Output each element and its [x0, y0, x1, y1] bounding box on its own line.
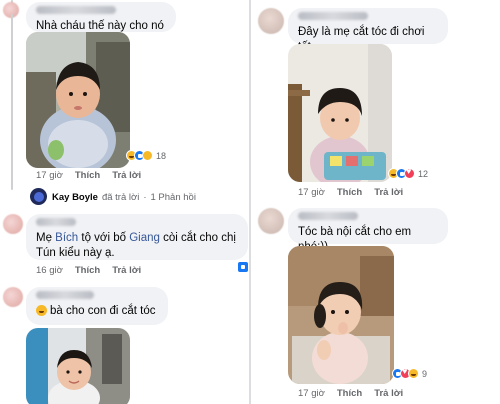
- comment-meta: 16 giờ Thích Trả lời: [36, 265, 141, 276]
- reply-count[interactable]: 1 Phản hồi: [151, 192, 196, 203]
- column-divider: [249, 0, 251, 404]
- comment-meta: 17 giờ Thích Trả lời: [36, 170, 141, 181]
- mention-link[interactable]: Bích: [55, 232, 78, 244]
- author-name[interactable]: [36, 218, 76, 226]
- comment-photo[interactable]: [26, 328, 130, 404]
- reply-button[interactable]: Trả lời: [374, 388, 403, 399]
- reply-author[interactable]: Kay Boyle: [52, 192, 98, 203]
- comment-bubble: Mẹ Bích tộ với bố Giang còi cắt cho chị …: [26, 214, 248, 260]
- reaction-count: 18: [156, 150, 167, 161]
- reply-button[interactable]: Trả lời: [374, 187, 403, 198]
- reaction-count: 9: [422, 368, 428, 379]
- timestamp: 16 giờ: [36, 265, 63, 276]
- separator: ·: [143, 192, 147, 203]
- author-name[interactable]: [36, 291, 94, 299]
- love-react-icon: [404, 166, 415, 179]
- reaction-summary[interactable]: 9: [392, 366, 428, 379]
- like-react-icon[interactable]: [238, 262, 248, 272]
- haha-react-icon: [408, 368, 419, 379]
- timestamp: 17 giờ: [298, 187, 325, 198]
- laughing-emoji-icon: [36, 305, 47, 316]
- timestamp: 17 giờ: [36, 170, 63, 181]
- reaction-count: 12: [418, 168, 429, 179]
- comment-photo[interactable]: [288, 246, 394, 384]
- comment-photo[interactable]: [26, 32, 130, 168]
- comment-photo[interactable]: [288, 44, 392, 182]
- comment-bubble: bà cho con đi cắt tóc: [26, 287, 168, 325]
- reply-action: đã trả lời: [101, 192, 140, 203]
- care-react-icon: [142, 150, 153, 161]
- mention-link[interactable]: Giang: [129, 232, 160, 244]
- comment-bubble: Tóc bà nội cắt cho em nhé:)): [288, 208, 448, 253]
- timestamp: 17 giờ: [298, 388, 325, 399]
- author-name[interactable]: [298, 12, 368, 20]
- comment-bubble: Nhà cháu thế này cho nó mát: [26, 2, 176, 47]
- author-name[interactable]: [298, 212, 358, 220]
- comment-meta: 17 giờ Thích Trả lời: [298, 388, 403, 399]
- comment-text: bà cho con đi cắt tóc: [50, 305, 156, 317]
- avatar[interactable]: [258, 208, 284, 234]
- avatar[interactable]: [3, 287, 23, 307]
- avatar[interactable]: [258, 8, 284, 34]
- like-button[interactable]: Thích: [75, 265, 100, 276]
- reply-button[interactable]: Trả lời: [112, 170, 141, 181]
- author-name[interactable]: [36, 6, 116, 14]
- thread-line: [11, 14, 13, 190]
- like-button[interactable]: Thích: [337, 187, 362, 198]
- reaction-summary[interactable]: 18: [126, 150, 166, 161]
- avatar[interactable]: [3, 214, 23, 234]
- replies-link[interactable]: Kay Boyle đã trả lời · 1 Phản hồi: [52, 192, 196, 203]
- comment-meta: 17 giờ Thích Trả lời: [298, 187, 403, 198]
- comment-bubble: Đây là mẹ cắt tóc đi chơi tết: [288, 8, 448, 53]
- comment-text: Mẹ Bích tộ với bố Giang còi cắt cho chị …: [36, 232, 236, 259]
- reply-button[interactable]: Trả lời: [112, 265, 141, 276]
- reaction-summary[interactable]: 12: [388, 166, 429, 179]
- like-button[interactable]: Thích: [75, 170, 100, 181]
- like-button[interactable]: Thích: [337, 388, 362, 399]
- avatar[interactable]: [30, 188, 47, 205]
